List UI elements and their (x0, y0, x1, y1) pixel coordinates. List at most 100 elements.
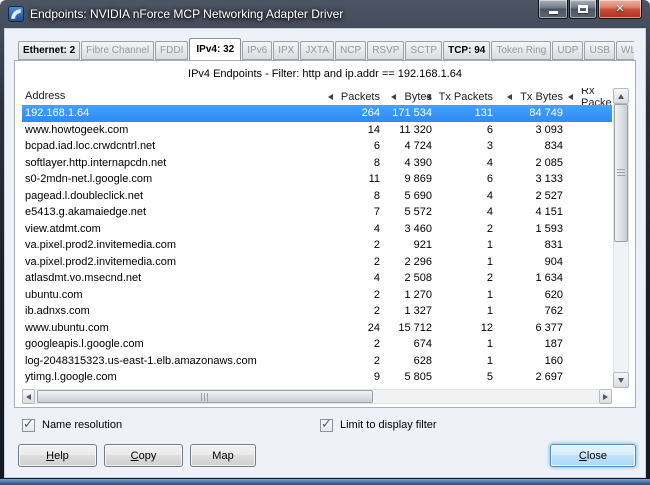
tx_packets-value: 1 (487, 254, 493, 271)
tx_packets-value: 5 (487, 369, 493, 386)
tab-ipv4-32[interactable]: IPv4: 32 (189, 38, 241, 60)
endpoint-row[interactable]: softlayer.http.internapcdn.net84 39042 0… (22, 155, 612, 172)
tab-ipx[interactable]: IPX (273, 41, 299, 60)
tx_packets-value: 4 (487, 188, 493, 205)
vertical-scrollbar-track[interactable] (613, 104, 629, 372)
vertical-scrollbar[interactable] (613, 88, 629, 388)
checkmark-icon: ✓ (321, 416, 332, 432)
packets-value: 2 (374, 336, 380, 353)
maximize-button[interactable] (569, 0, 597, 19)
packets-value: 4 (374, 270, 380, 287)
endpoint-row[interactable]: log-2048315323.us-east-1.elb.amazonaws.c… (22, 353, 612, 370)
tx_packets-value: 2 (487, 221, 493, 238)
tx_packets-value: 1 (487, 303, 493, 320)
endpoint-row[interactable]: bcpad.iad.loc.crwdcntrl.net64 7243834 (22, 138, 612, 155)
tab-ipv6[interactable]: IPv6 (242, 41, 272, 60)
bytes-value: 674 (414, 336, 432, 353)
close-button[interactable]: Close (550, 444, 636, 467)
horizontal-scrollbar-track[interactable] (35, 389, 599, 404)
name-resolution-checkbox[interactable]: ✓ Name resolution (22, 417, 122, 433)
horizontal-scrollbar[interactable] (22, 389, 612, 404)
scroll-up-button[interactable] (613, 88, 629, 104)
copy-button[interactable]: Copy (104, 444, 183, 467)
tx_bytes-value: 3 133 (535, 171, 563, 188)
packets-value: 4 (374, 221, 380, 238)
column-header-tx_bytes[interactable]: Tx Bytes (507, 88, 563, 105)
endpoint-address: e5413.g.akamaiedge.net (25, 204, 146, 221)
endpoint-address: googleapis.l.google.com (25, 336, 144, 353)
endpoint-row[interactable]: 192.168.1.64264171 53413184 749 (22, 105, 612, 122)
endpoint-row[interactable]: va.pixel.prod2.invitemedia.com22 2961904 (22, 254, 612, 271)
tab-ethernet-2[interactable]: Ethernet: 2 (18, 41, 80, 60)
tx_packets-value: 1 (487, 336, 493, 353)
help-button[interactable]: Help (18, 444, 97, 467)
bytes-value: 9 869 (404, 171, 432, 188)
endpoint-row[interactable]: e5413.g.akamaiedge.net75 57244 151 (22, 204, 612, 221)
tab-usb[interactable]: USB (584, 41, 615, 60)
checkmark-icon: ✓ (23, 416, 34, 432)
close-icon: ✕ (615, 1, 624, 18)
tab-fibre-channel[interactable]: Fibre Channel (81, 41, 154, 60)
endpoint-address: view.atdmt.com (25, 221, 101, 238)
tab-wlan[interactable]: WLAN (616, 41, 634, 60)
endpoint-row[interactable]: www.howtogeek.com1411 32063 093 (22, 122, 612, 139)
bytes-value: 11 320 (399, 122, 432, 139)
tab-udp[interactable]: UDP (552, 41, 583, 60)
sort-arrow-icon (391, 94, 396, 100)
dialog-client-area: Ethernet: 2Fibre ChannelFDDIIPv4: 32IPv6… (4, 28, 646, 478)
endpoint-row[interactable]: ubuntu.com21 2701620 (22, 287, 612, 304)
scroll-down-button[interactable] (613, 372, 629, 388)
packets-value: 2 (374, 287, 380, 304)
column-label: Tx Bytes (520, 91, 563, 103)
tab-ncp[interactable]: NCP (335, 41, 366, 60)
endpoint-row[interactable]: atlasdmt.vo.msecnd.net42 50821 634 (22, 270, 612, 287)
bytes-value: 3 460 (404, 221, 432, 238)
column-header-tx_packets[interactable]: Tx Packets (426, 88, 493, 105)
limit-to-display-filter-checkbox[interactable]: ✓ Limit to display filter (320, 417, 437, 433)
endpoint-row[interactable]: va.pixel.prod2.invitemedia.com29211831 (22, 237, 612, 254)
maximize-icon (578, 5, 588, 13)
titlebar[interactable]: Endpoints: NVIDIA nForce MCP Networking … (0, 0, 650, 28)
tab-jxta[interactable]: JXTA (300, 41, 334, 60)
endpoint-row[interactable]: view.atdmt.com43 46021 593 (22, 221, 612, 238)
column-header-packets[interactable]: Packets (328, 88, 380, 105)
tx_bytes-value: 2 697 (535, 369, 563, 386)
vertical-scrollbar-thumb[interactable] (614, 104, 628, 242)
endpoint-row[interactable]: pagead.l.doubleclick.net85 69042 527 (22, 188, 612, 205)
minimize-button[interactable] (538, 0, 568, 19)
tx_bytes-value: 831 (545, 237, 563, 254)
tab-sctp[interactable]: SCTP (405, 41, 442, 60)
scroll-down-icon (618, 378, 624, 383)
column-header-address[interactable]: Address (25, 88, 65, 105)
tab-fddi[interactable]: FDDI (155, 41, 188, 60)
endpoint-row[interactable]: www.ubuntu.com2415 712126 377 (22, 320, 612, 337)
column-header-rx_packets[interactable]: Rx Packe (568, 88, 612, 105)
endpoint-row[interactable]: ytimg.l.google.com95 80552 697 (22, 369, 612, 386)
endpoint-row[interactable]: ib.adnxs.com21 3271762 (22, 303, 612, 320)
endpoint-row[interactable]: googleapis.l.google.com26741187 (22, 336, 612, 353)
tx_bytes-value: 4 151 (535, 204, 563, 221)
scrollbar-grip-icon (617, 169, 625, 177)
endpoint-address: s0-2mdn-net.l.google.com (25, 171, 152, 188)
bytes-value: 5 572 (404, 204, 432, 221)
scrollbar-grip-icon (201, 393, 209, 401)
tx_packets-value: 1 (487, 353, 493, 370)
tab-rsvp[interactable]: RSVP (367, 41, 404, 60)
packets-value: 8 (374, 155, 380, 172)
bytes-value: 5 805 (404, 369, 432, 386)
packets-value: 14 (368, 122, 380, 139)
tab-tcp-94[interactable]: TCP: 94 (443, 41, 490, 60)
endpoint-row[interactable]: s0-2mdn-net.l.google.com119 86963 133 (22, 171, 612, 188)
bytes-value: 4 724 (404, 138, 432, 155)
packets-value: 11 (369, 171, 380, 188)
packets-value: 9 (374, 369, 380, 386)
wireshark-app-icon[interactable] (8, 6, 24, 22)
horizontal-scrollbar-thumb[interactable] (37, 390, 373, 403)
tx_packets-value: 131 (475, 105, 493, 122)
map-button[interactable]: Map (190, 444, 256, 467)
tab-token-ring[interactable]: Token Ring (491, 41, 551, 60)
minimize-icon (549, 11, 558, 14)
scroll-left-button[interactable] (22, 389, 35, 404)
close-window-button[interactable]: ✕ (598, 0, 642, 19)
scroll-right-button[interactable] (599, 389, 612, 404)
